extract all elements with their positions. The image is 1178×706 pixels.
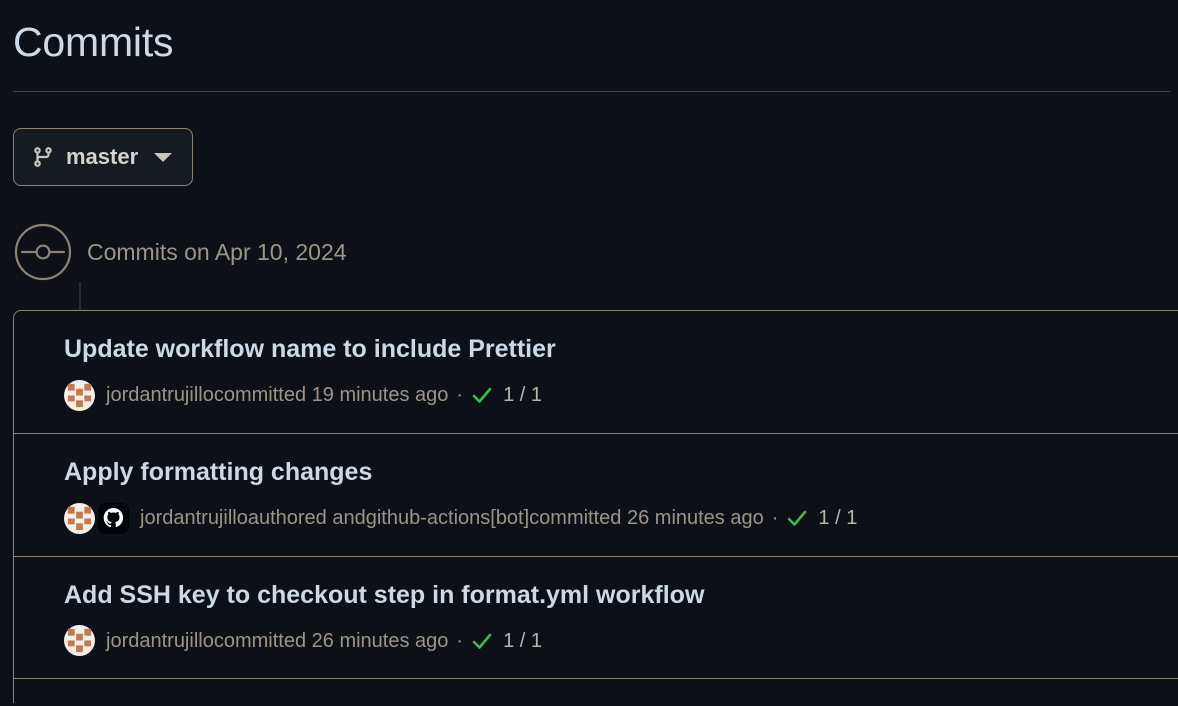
commit-meta: jordantrujillo authored and github-actio… xyxy=(64,502,1178,534)
page-title: Commits xyxy=(13,19,174,65)
identicon-avatar[interactable] xyxy=(64,379,95,411)
commit-title-link[interactable]: Apply formatting changes xyxy=(64,458,1178,487)
check-icon[interactable] xyxy=(785,506,809,530)
checks-count[interactable]: 1 / 1 xyxy=(503,631,542,651)
commit-title-link[interactable]: Add SSH key to checkout step in format.y… xyxy=(64,581,1178,610)
table-row[interactable]: Apply formatting changes jordantrujillo … xyxy=(14,434,1178,557)
meta-separator-dot: · xyxy=(456,384,464,407)
git-commit-icon xyxy=(13,222,73,282)
commit-action-text: committed 26 minutes ago xyxy=(213,629,449,652)
identicon-avatar[interactable] xyxy=(64,502,95,534)
git-branch-icon xyxy=(32,146,54,168)
github-octocat-avatar[interactable] xyxy=(98,502,129,534)
avatar-group xyxy=(64,625,95,657)
branch-name-label: master xyxy=(66,144,139,169)
meta-separator-dot: · xyxy=(771,507,779,529)
commit-meta: jordantrujillo committed 26 minutes ago … xyxy=(64,625,1178,657)
commit-graph-connector xyxy=(79,282,81,312)
commit-author-link[interactable]: jordantrujillo xyxy=(106,385,214,405)
checks-count[interactable]: 1 / 1 xyxy=(818,508,857,528)
check-icon[interactable] xyxy=(470,383,494,407)
page-header: Commits xyxy=(0,0,1178,70)
identicon-avatar[interactable] xyxy=(64,625,95,657)
table-row-partial[interactable] xyxy=(14,679,1178,703)
avatar-group xyxy=(64,502,129,534)
commits-page: Commits master Commits on Apr 10, 2024 U… xyxy=(0,0,1178,706)
branch-selector-button[interactable]: master xyxy=(13,128,194,186)
table-row[interactable]: Add SSH key to checkout step in format.y… xyxy=(14,557,1178,680)
commit-group-header: Commits on Apr 10, 2024 xyxy=(13,222,347,282)
check-icon[interactable] xyxy=(470,629,494,653)
checks-count[interactable]: 1 / 1 xyxy=(503,385,542,405)
branch-bar: master xyxy=(13,128,194,186)
commit-authored-and-text: authored and xyxy=(247,507,366,529)
header-divider xyxy=(13,91,1170,92)
commit-action-text: committed 26 minutes ago xyxy=(529,507,764,529)
table-row[interactable]: Update workflow name to include Prettier xyxy=(14,311,1178,434)
commit-author-link[interactable]: jordantrujillo xyxy=(106,631,214,651)
commit-action-text: committed 19 minutes ago xyxy=(213,384,449,407)
meta-separator-dot: · xyxy=(456,629,464,652)
commit-group-date: Commits on Apr 10, 2024 xyxy=(87,238,347,265)
commit-author-link[interactable]: jordantrujillo xyxy=(140,508,248,528)
commit-title-link[interactable]: Update workflow name to include Prettier xyxy=(64,335,1178,364)
commit-list: Update workflow name to include Prettier xyxy=(13,310,1178,704)
commit-coauthor-link[interactable]: github-actions[bot] xyxy=(366,508,529,528)
avatar-group xyxy=(64,379,95,411)
commit-meta: jordantrujillo committed 19 minutes ago … xyxy=(64,379,1178,411)
chevron-down-icon xyxy=(154,152,173,162)
